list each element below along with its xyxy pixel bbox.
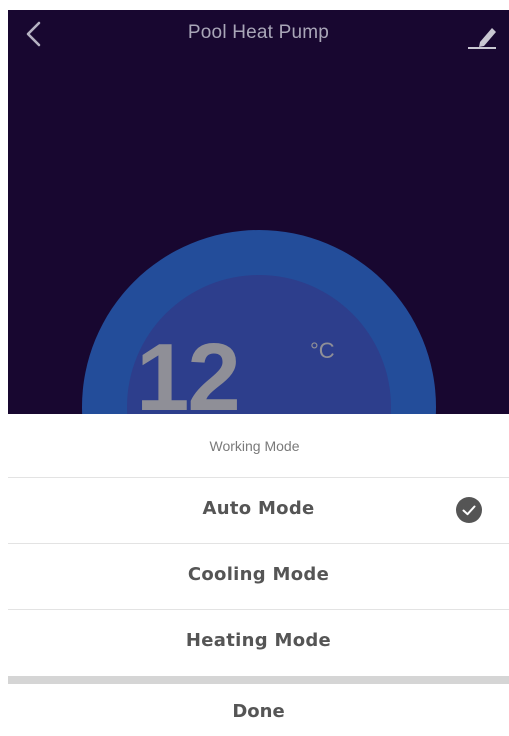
app-screen: Pool Heat Pump 12 °C bbox=[8, 10, 509, 414]
temperature-unit: °C bbox=[310, 338, 335, 363]
pencil-icon[interactable] bbox=[466, 20, 498, 50]
option-label: Auto Mode bbox=[202, 498, 315, 519]
done-label: Done bbox=[232, 701, 285, 722]
done-button[interactable]: Done bbox=[8, 686, 509, 736]
option-heating-mode[interactable]: Heating Mode bbox=[8, 610, 509, 674]
working-mode-sheet: Working Mode Auto Mode Cooling Mode Heat… bbox=[0, 414, 509, 735]
checkmark-icon bbox=[456, 497, 482, 523]
option-cooling-mode[interactable]: Cooling Mode bbox=[8, 544, 509, 608]
nav-bar: Pool Heat Pump bbox=[8, 10, 509, 60]
option-label: Heating Mode bbox=[185, 630, 332, 651]
temperature-value: 12 bbox=[136, 324, 241, 415]
page-title: Pool Heat Pump bbox=[187, 22, 330, 43]
option-label: Cooling Mode bbox=[187, 564, 330, 585]
section-separator bbox=[8, 676, 509, 684]
option-auto-mode[interactable]: Auto Mode bbox=[8, 478, 509, 542]
sheet-title: Working Mode bbox=[209, 438, 300, 454]
